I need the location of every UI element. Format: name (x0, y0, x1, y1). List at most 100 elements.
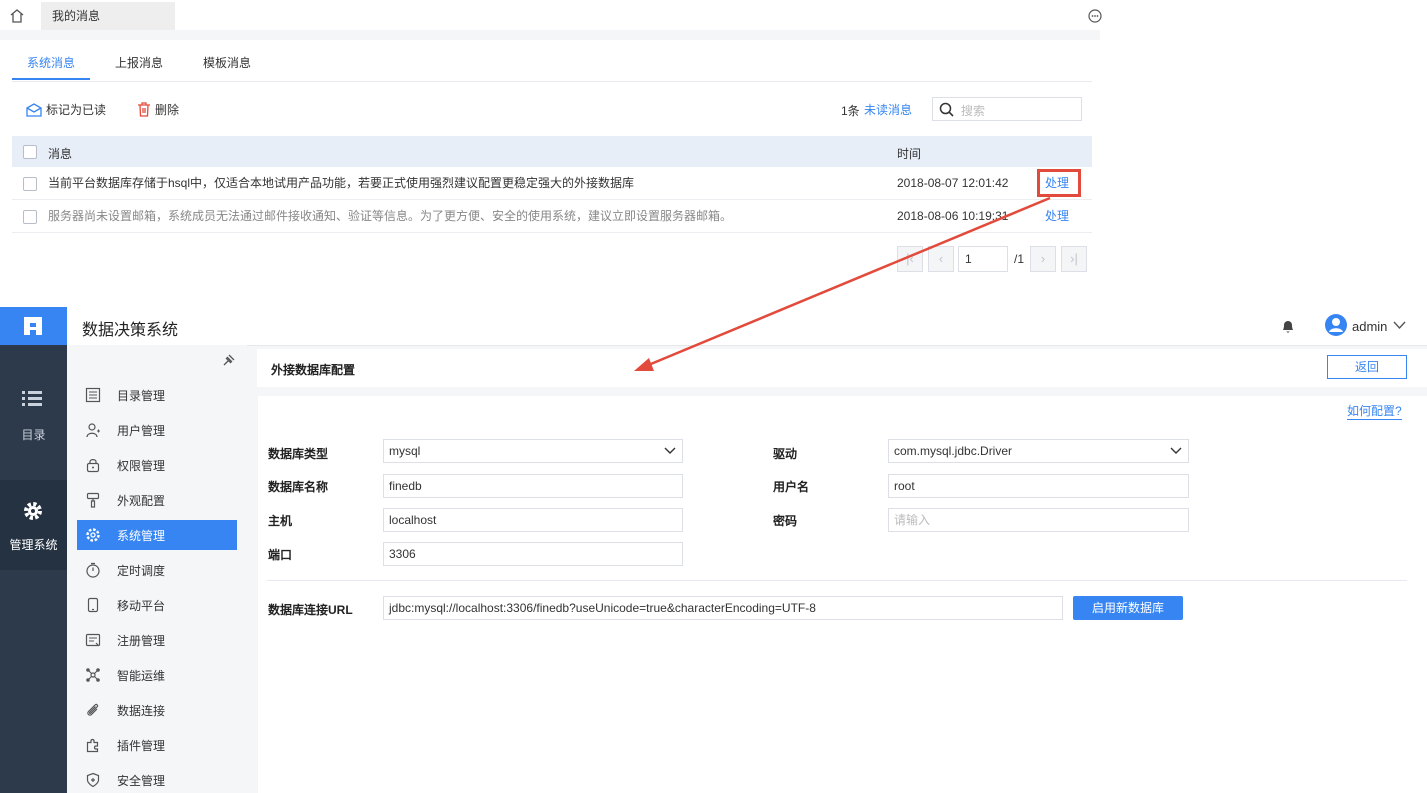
column-header-time: 时间 (897, 147, 922, 161)
chevron-down-icon[interactable] (1393, 320, 1406, 330)
username[interactable]: admin (1352, 319, 1387, 334)
gear-icon (86, 528, 100, 542)
username-field[interactable]: root (888, 474, 1189, 498)
tab-my-messages[interactable]: 我的消息 (41, 2, 175, 30)
table-header: 消息 时间 (12, 136, 1092, 167)
plugin-icon (86, 738, 99, 753)
table-row[interactable]: 当前平台数据库存储于hsql中，仅适合本地试用产品功能，若要正式使用强烈建议配置… (12, 167, 1092, 200)
pin-icon[interactable] (222, 353, 236, 367)
last-page-button[interactable]: ›| (1061, 246, 1087, 272)
mark-read-label: 标记为已读 (46, 103, 107, 117)
driver-select[interactable]: com.mysql.jdbc.Driver (888, 439, 1189, 463)
select-all-checkbox[interactable] (23, 145, 37, 159)
message-time: 2018-08-06 10:19:31 (897, 209, 1009, 223)
form-divider (267, 580, 1407, 581)
unread-count: 1条 (841, 104, 860, 118)
host-field[interactable]: localhost (383, 508, 683, 532)
row-checkbox[interactable] (23, 177, 37, 191)
user-avatar-icon (1329, 318, 1343, 332)
avatar[interactable] (1325, 314, 1347, 336)
sidebar-item-label: 插件管理 (117, 738, 166, 753)
sidebar-item-label: 智能运维 (117, 668, 166, 683)
how-to-configure-link[interactable]: 如何配置? (1347, 402, 1402, 420)
sidebar-item[interactable]: 移动平台 (77, 590, 237, 620)
home-icon[interactable] (8, 7, 26, 25)
sidebar-item[interactable]: 注册管理 (77, 625, 237, 655)
port-field[interactable]: 3306 (383, 542, 683, 566)
chevron-down-icon (1170, 447, 1182, 454)
sidebar-item-label: 定时调度 (117, 563, 166, 578)
bell-icon[interactable] (1281, 319, 1295, 334)
trash-icon (138, 102, 150, 117)
password-field[interactable]: 请输入 (888, 508, 1189, 532)
ops-icon (86, 668, 100, 682)
rail-admin-label[interactable]: 管理系统 (0, 536, 67, 553)
back-button[interactable]: 返回 (1327, 355, 1407, 379)
sidebar-item[interactable]: 数据连接 (77, 695, 237, 725)
rail-admin-item[interactable] (0, 480, 67, 570)
lock-icon (86, 459, 100, 473)
envelope-icon (26, 102, 42, 117)
sidebar-item[interactable]: 定时调度 (77, 555, 237, 585)
port-label: 端口 (268, 548, 293, 562)
delete-button[interactable]: 删除 (137, 101, 179, 118)
user-icon (86, 423, 100, 438)
sidebar-item[interactable]: 插件管理 (77, 730, 237, 760)
enable-new-database-button[interactable]: 启用新数据库 (1073, 596, 1183, 620)
app-logo[interactable] (0, 307, 67, 345)
sidebar-item[interactable]: 智能运维 (77, 660, 237, 690)
catalog-icon[interactable] (22, 390, 42, 408)
driver-label: 驱动 (773, 447, 798, 461)
subtab-system-messages[interactable]: 系统消息 (27, 54, 75, 71)
url-field[interactable]: jdbc:mysql://localhost:3306/finedb?useUn… (383, 596, 1063, 620)
gear-icon[interactable] (22, 500, 44, 522)
first-page-button[interactable]: |‹ (897, 246, 923, 272)
sidebar-item[interactable]: 安全管理 (77, 765, 237, 793)
host-label: 主机 (268, 514, 293, 528)
content-header (257, 349, 1427, 387)
rail-catalog-label[interactable]: 目录 (0, 426, 67, 443)
panel-divider (0, 30, 1100, 40)
message-text: 服务器尚未设置邮箱，系统成员无法通过邮件接收通知、验证等信息。为了更方便、安全的… (48, 209, 733, 223)
sidebar-item[interactable]: 系统管理 (77, 520, 237, 550)
unread-messages-link[interactable]: 未读消息 (864, 101, 912, 118)
process-link[interactable]: 处理 (1045, 200, 1069, 233)
page-title: 外接数据库配置 (271, 363, 356, 377)
table-row[interactable]: 服务器尚未设置邮箱，系统成员无法通过邮件接收通知、验证等信息。为了更方便、安全的… (12, 200, 1092, 233)
subtab-template-messages[interactable]: 模板消息 (203, 54, 251, 71)
column-header-message: 消息 (48, 147, 73, 161)
mark-read-button[interactable]: 标记为已读 (26, 101, 106, 118)
row-checkbox[interactable] (23, 210, 37, 224)
search-placeholder: 搜索 (961, 104, 986, 118)
timer-icon (86, 562, 100, 578)
search-icon (939, 102, 954, 117)
sidebar-item[interactable]: 用户管理 (77, 415, 237, 445)
link-icon (87, 703, 99, 716)
more-icon[interactable] (1088, 9, 1102, 23)
shield-icon (86, 772, 100, 788)
page-number-input[interactable]: 1 (958, 246, 1008, 272)
driver-value: com.mysql.jdbc.Driver (894, 444, 1013, 458)
list-icon (85, 387, 101, 403)
next-page-button[interactable]: › (1030, 246, 1056, 272)
chevron-down-icon (664, 447, 676, 454)
highlight-box (1037, 169, 1081, 197)
db-type-label: 数据库类型 (268, 447, 329, 461)
brush-icon (86, 492, 100, 508)
sidebar-item-label: 权限管理 (117, 458, 166, 473)
url-label: 数据库连接URL (268, 603, 353, 617)
sidebar-item-label: 系统管理 (117, 528, 166, 543)
subtab-reported-messages[interactable]: 上报消息 (115, 54, 163, 71)
sidebar-item[interactable]: 外观配置 (77, 485, 237, 515)
message-text: 当前平台数据库存储于hsql中，仅适合本地试用产品功能，若要正式使用强烈建议配置… (48, 176, 635, 190)
prev-page-button[interactable]: ‹ (928, 246, 954, 272)
sidebar-item[interactable]: 目录管理 (77, 380, 237, 410)
sidebar-item-label: 移动平台 (117, 598, 166, 613)
db-name-field[interactable]: finedb (383, 474, 683, 498)
sidebar-item-label: 外观配置 (117, 493, 166, 508)
db-type-select[interactable]: mysql (383, 439, 683, 463)
register-icon (85, 633, 101, 647)
app-title: 数据决策系统 (82, 322, 179, 339)
search-input[interactable]: 搜索 (932, 97, 1082, 121)
sidebar-item[interactable]: 权限管理 (77, 450, 237, 480)
